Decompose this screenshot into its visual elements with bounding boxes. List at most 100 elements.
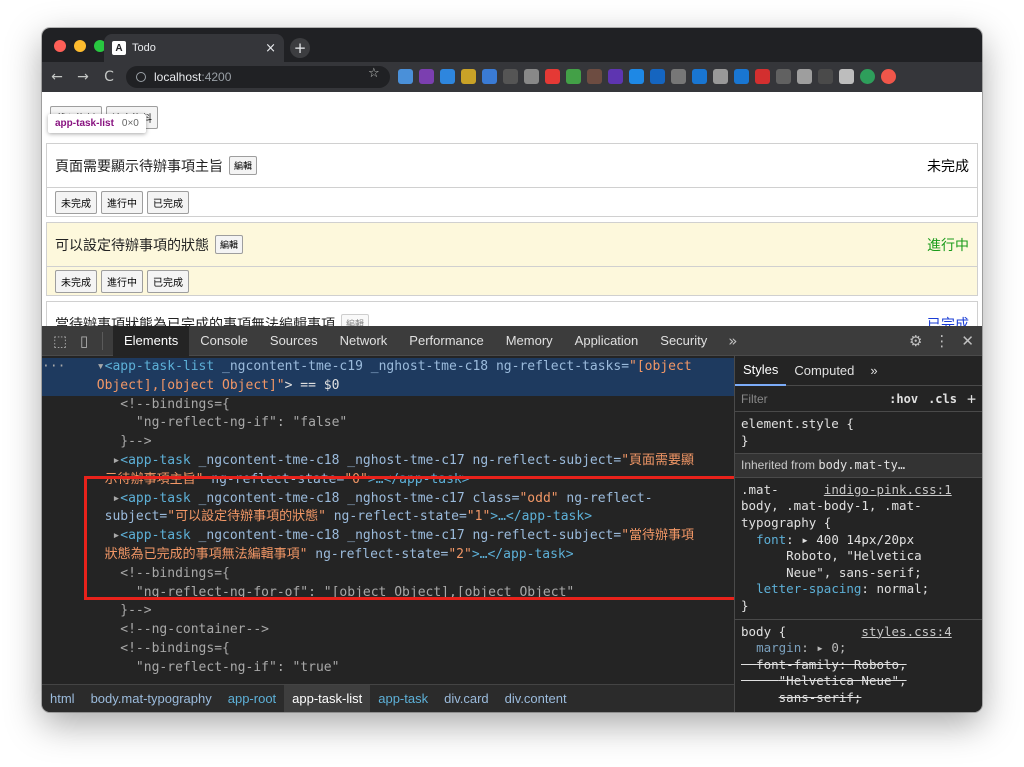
set-state-doing-button[interactable]: 進行中: [101, 190, 143, 214]
extension-icon[interactable]: [482, 69, 497, 84]
extension-icon[interactable]: [692, 69, 707, 84]
new-rule-icon[interactable]: +: [967, 390, 976, 408]
bookmark-star-icon[interactable]: ☆: [368, 66, 380, 81]
extension-icon[interactable]: [545, 69, 560, 84]
extension-icon[interactable]: [461, 69, 476, 84]
tab-application[interactable]: Application: [564, 326, 650, 356]
close-window-button[interactable]: [54, 40, 66, 52]
dom-tree[interactable]: ··· ▾<app-task-list _ngcontent-tme-c19 _…: [42, 356, 734, 684]
more-options-icon[interactable]: ⋮: [934, 332, 949, 350]
set-state-doing-button[interactable]: 進行中: [101, 269, 143, 293]
breadcrumb-div-card[interactable]: div.card: [436, 685, 497, 713]
dom-comment[interactable]: <!--bindings={: [42, 640, 734, 659]
extension-icon[interactable]: [440, 69, 455, 84]
breadcrumb-body[interactable]: body.mat-typography: [83, 685, 220, 713]
breadcrumb-app-root[interactable]: app-root: [220, 685, 284, 713]
extension-icon[interactable]: [713, 69, 728, 84]
extension-icon[interactable]: [818, 69, 833, 84]
breadcrumb-div-content[interactable]: div.content: [497, 685, 575, 713]
dom-comment[interactable]: "ng-reflect-ng-if": "false": [42, 414, 734, 433]
minimize-window-button[interactable]: [74, 40, 86, 52]
forward-button[interactable]: →: [72, 69, 94, 85]
rule-source-link[interactable]: styles.css:4: [861, 624, 951, 639]
set-state-todo-button[interactable]: 未完成: [55, 190, 97, 214]
extension-icon[interactable]: [503, 69, 518, 84]
extension-icon[interactable]: [419, 69, 434, 84]
css-property-overridden[interactable]: font-family: Roboto,: [741, 657, 976, 674]
extension-icon[interactable]: [650, 69, 665, 84]
settings-gear-icon[interactable]: ⚙: [909, 332, 922, 350]
breadcrumb-app-task-list[interactable]: app-task-list: [284, 684, 371, 712]
extension-icon[interactable]: [398, 69, 413, 84]
more-tabs-icon[interactable]: »: [718, 332, 747, 350]
dom-comment[interactable]: }-->: [42, 602, 734, 621]
tooltip-element-name: app-task-list: [55, 118, 114, 129]
styles-rules[interactable]: element.style { } Inherited from body.ma…: [735, 412, 982, 711]
dom-comment[interactable]: "ng-reflect-ng-if": "true": [42, 659, 734, 678]
extension-icon[interactable]: [776, 69, 791, 84]
css-property-cont: "Helvetica Neue",: [741, 673, 976, 690]
dom-node-selected[interactable]: Object],[object Object]"> == $0: [42, 376, 734, 396]
device-toolbar-icon[interactable]: ▯: [72, 332, 96, 350]
puzzle-icon[interactable]: [839, 69, 854, 84]
edit-button[interactable]: 編輯: [215, 235, 244, 254]
breadcrumb-app-task[interactable]: app-task: [370, 685, 436, 713]
extension-icon[interactable]: [524, 69, 539, 84]
breadcrumb-html[interactable]: html: [42, 685, 83, 713]
dom-comment[interactable]: <!--ng-container-->: [42, 621, 734, 640]
close-devtools-icon[interactable]: ✕: [961, 332, 974, 350]
rule-source-link[interactable]: indigo-pink.css:1: [824, 482, 952, 497]
inherited-selector[interactable]: body.mat-ty…: [818, 458, 905, 472]
tab-styles[interactable]: Styles: [735, 356, 787, 386]
css-property[interactable]: letter-spacing: normal;: [741, 581, 976, 598]
tab-computed[interactable]: Computed: [786, 356, 862, 386]
extension-icon[interactable]: [608, 69, 623, 84]
dom-node-selected[interactable]: ··· ▾<app-task-list _ngcontent-tme-c19 _…: [42, 358, 734, 377]
inspect-element-icon[interactable]: ⬚: [48, 332, 72, 350]
address-bar[interactable]: localhost :4200: [126, 66, 390, 88]
css-property[interactable]: font: ▸ 400 14px/20px: [741, 532, 976, 549]
dom-comment[interactable]: }-->: [42, 433, 734, 452]
set-state-done-button[interactable]: 已完成: [147, 190, 189, 214]
edit-button[interactable]: 編輯: [341, 314, 370, 326]
tab-elements[interactable]: Elements: [113, 325, 190, 356]
element-style-rule[interactable]: element.style {: [741, 416, 976, 433]
more-panes-icon[interactable]: »: [862, 356, 885, 386]
extension-icon[interactable]: [629, 69, 644, 84]
extension-icon[interactable]: [671, 69, 686, 84]
info-icon[interactable]: [136, 72, 146, 82]
css-property-cont: Neue", sans-serif;: [741, 565, 976, 582]
dom-node[interactable]: ▸<app-task _ngcontent-tme-c18 _nghost-tm…: [42, 452, 734, 471]
css-property[interactable]: margin: ▸ 0;: [741, 640, 976, 657]
dom-comment[interactable]: <!--bindings={: [42, 396, 734, 415]
edit-button[interactable]: 編輯: [229, 156, 258, 175]
tab-performance[interactable]: Performance: [398, 326, 494, 356]
browser-tab[interactable]: A Todo ×: [104, 34, 284, 62]
tab-network[interactable]: Network: [329, 326, 399, 356]
tab-console[interactable]: Console: [189, 326, 259, 356]
profile-avatar[interactable]: [860, 69, 875, 84]
extension-icon[interactable]: [734, 69, 749, 84]
extension-icon[interactable]: [587, 69, 602, 84]
tab-memory[interactable]: Memory: [495, 326, 564, 356]
tab-close-icon[interactable]: ×: [265, 41, 276, 56]
tab-sources[interactable]: Sources: [259, 326, 329, 356]
property-value: "Helvetica Neue",: [778, 673, 907, 689]
extension-icon[interactable]: [755, 69, 770, 84]
reload-button[interactable]: C: [98, 69, 120, 85]
tab-security[interactable]: Security: [649, 326, 718, 356]
extension-icon[interactable]: [881, 69, 896, 84]
extension-icon[interactable]: [797, 69, 812, 84]
new-tab-button[interactable]: +: [290, 38, 310, 58]
css-property-cont: Roboto, "Helvetica: [741, 548, 976, 565]
back-button[interactable]: ←: [46, 69, 68, 85]
collapse-triangle-icon[interactable]: ▾: [97, 359, 105, 374]
url-port: :4200: [201, 70, 232, 84]
extension-icon[interactable]: [566, 69, 581, 84]
class-toggle[interactable]: .cls: [928, 392, 957, 406]
dom-ellipsis[interactable]: ···: [42, 359, 65, 374]
hover-state-toggle[interactable]: :hov: [889, 392, 918, 406]
set-state-todo-button[interactable]: 未完成: [55, 269, 97, 293]
styles-filter-input[interactable]: Filter: [741, 392, 879, 406]
set-state-done-button[interactable]: 已完成: [147, 269, 189, 293]
